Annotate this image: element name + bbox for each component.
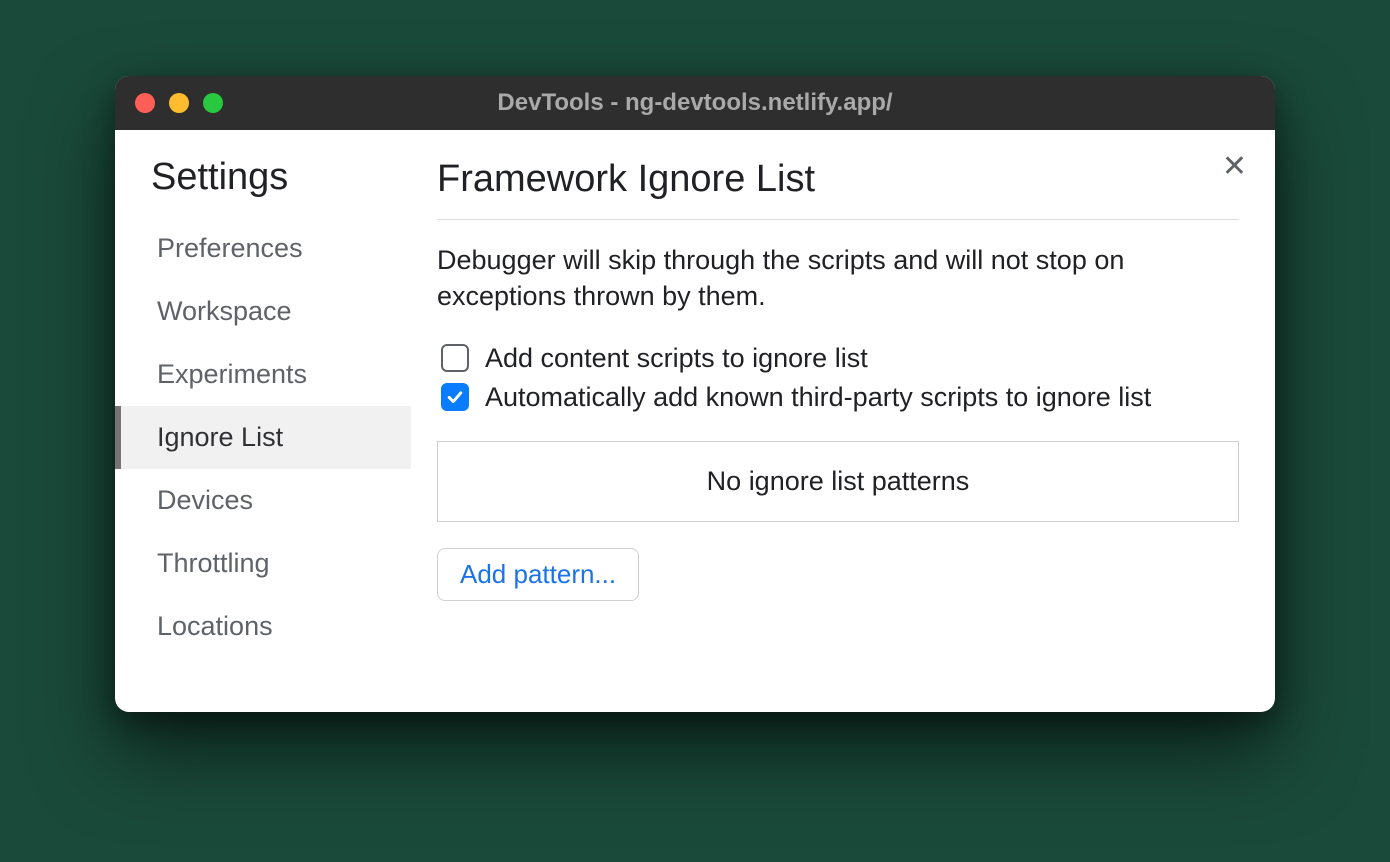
sidebar: Settings Preferences Workspace Experimen… [115,130,411,712]
ignore-list-patterns-box: No ignore list patterns [437,441,1239,522]
sidebar-item-throttling[interactable]: Throttling [115,532,411,595]
sidebar-item-preferences[interactable]: Preferences [115,217,411,280]
sidebar-item-label: Workspace [157,296,292,326]
traffic-lights [135,93,223,113]
close-icon[interactable]: ✕ [1222,152,1247,182]
sidebar-item-label: Throttling [157,548,270,578]
sidebar-item-label: Locations [157,611,273,641]
sidebar-item-label: Preferences [157,233,303,263]
sidebar-item-ignore-list[interactable]: Ignore List [115,406,411,469]
minimize-window-button[interactable] [169,93,189,113]
main-panel: Framework Ignore List Debugger will skip… [411,130,1275,712]
add-pattern-label: Add pattern... [460,559,616,589]
sidebar-item-workspace[interactable]: Workspace [115,280,411,343]
page-title: Framework Ignore List [437,158,1239,220]
add-pattern-button[interactable]: Add pattern... [437,548,639,601]
close-window-button[interactable] [135,93,155,113]
sidebar-item-devices[interactable]: Devices [115,469,411,532]
sidebar-item-locations[interactable]: Locations [115,595,411,658]
checkbox-label: Automatically add known third-party scri… [485,382,1151,413]
checkbox-row-content-scripts[interactable]: Add content scripts to ignore list [437,343,1239,374]
sidebar-item-experiments[interactable]: Experiments [115,343,411,406]
checkbox-unchecked-icon[interactable] [441,344,469,372]
titlebar: DevTools - ng-devtools.netlify.app/ [115,76,1275,130]
description-text: Debugger will skip through the scripts a… [437,242,1239,315]
maximize-window-button[interactable] [203,93,223,113]
sidebar-item-label: Devices [157,485,253,515]
sidebar-item-label: Ignore List [157,422,283,452]
settings-window: DevTools - ng-devtools.netlify.app/ ✕ Se… [115,76,1275,712]
check-icon [445,387,465,407]
checkbox-row-third-party[interactable]: Automatically add known third-party scri… [437,382,1239,413]
checkbox-checked-icon[interactable] [441,383,469,411]
window-title: DevTools - ng-devtools.netlify.app/ [115,89,1275,117]
sidebar-item-label: Experiments [157,359,307,389]
settings-body: ✕ Settings Preferences Workspace Experim… [115,130,1275,712]
empty-patterns-text: No ignore list patterns [707,466,970,496]
checkbox-label: Add content scripts to ignore list [485,343,868,374]
sidebar-title: Settings [115,156,411,217]
